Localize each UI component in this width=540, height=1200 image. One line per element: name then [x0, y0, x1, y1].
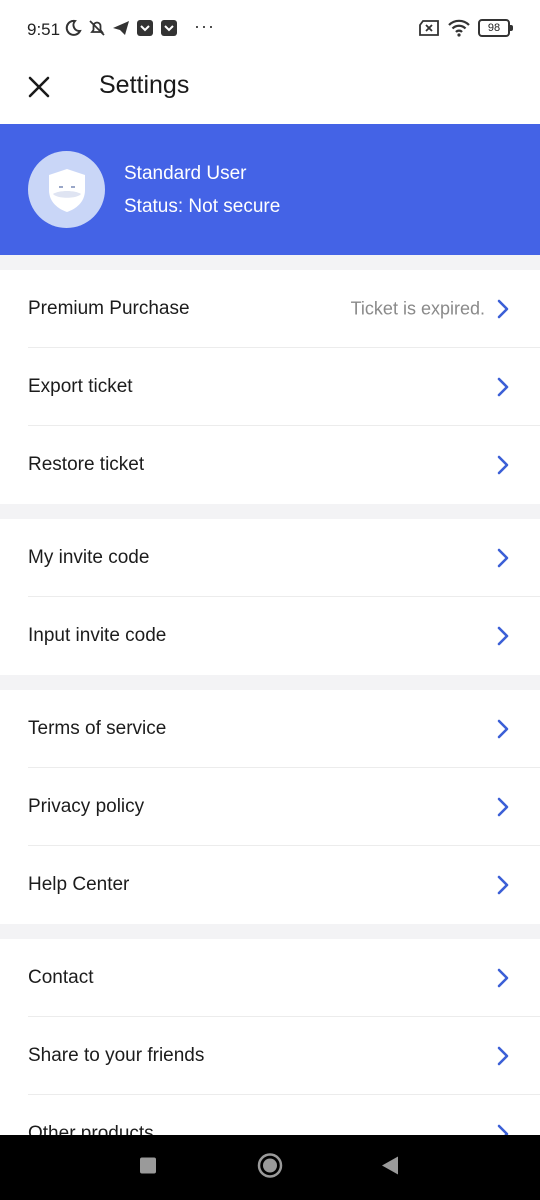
chevron-right-icon — [497, 797, 509, 817]
settings-item-label: Premium Purchase — [28, 298, 190, 319]
battery-icon: 98 — [478, 19, 513, 37]
settings-item-share-to-your-friends[interactable]: Share to your friends — [0, 1017, 540, 1095]
more-notifications-icon: ··· — [194, 16, 215, 36]
shield-face-icon — [48, 168, 85, 212]
settings-item-terms-of-service[interactable]: Terms of service — [0, 690, 540, 768]
user-status-banner: Standard User Status: Not secure — [0, 124, 540, 255]
settings-item-label: Export ticket — [28, 376, 133, 397]
security-status: Status: Not secure — [124, 196, 281, 217]
settings-item-contact[interactable]: Contact — [0, 939, 540, 1017]
chevron-right-icon — [497, 626, 509, 646]
section-gap — [0, 924, 540, 939]
chevron-right-icon — [497, 548, 509, 568]
settings-item-label: Terms of service — [28, 718, 167, 739]
user-name: Standard User — [124, 163, 247, 184]
app-notification-icon — [161, 20, 177, 36]
settings-item-label: Help Center — [28, 874, 130, 895]
settings-item-restore-ticket[interactable]: Restore ticket — [0, 426, 540, 504]
settings-item-label: Restore ticket — [28, 454, 145, 475]
home-button[interactable] — [257, 1152, 283, 1183]
circle-icon — [257, 1152, 283, 1178]
moon-icon — [65, 19, 82, 36]
section-gap — [0, 675, 540, 690]
avatar — [28, 151, 105, 228]
settings-item-export-ticket[interactable]: Export ticket — [0, 348, 540, 426]
back-triangle-icon — [382, 1156, 398, 1174]
settings-item-label: Privacy policy — [28, 796, 145, 817]
settings-item-input-invite-code[interactable]: Input invite code — [0, 597, 540, 675]
settings-item-value: Ticket is expired. — [350, 298, 485, 319]
status-time: 9:51 — [27, 20, 61, 39]
chevron-right-icon — [497, 455, 509, 475]
status-bar: 9:51 ··· 98 — [0, 0, 540, 60]
chevron-right-icon — [497, 719, 509, 739]
settings-item-premium-purchase[interactable]: Premium Purchase Ticket is expired. — [0, 270, 540, 348]
wifi-icon — [448, 19, 470, 37]
back-button[interactable] — [381, 1155, 399, 1180]
chevron-right-icon — [497, 299, 509, 319]
settings-item-my-invite-code[interactable]: My invite code — [0, 519, 540, 597]
system-navigation-bar — [0, 1135, 540, 1200]
no-sim-icon — [419, 20, 439, 36]
settings-item-label: Contact — [28, 967, 94, 988]
recent-apps-button[interactable] — [139, 1156, 157, 1179]
chevron-right-icon — [497, 1046, 509, 1066]
page-title: Settings — [99, 71, 190, 99]
telegram-icon — [113, 21, 129, 35]
close-icon — [28, 76, 50, 98]
square-icon — [140, 1157, 156, 1173]
section-gap — [0, 504, 540, 519]
section-gap — [0, 255, 540, 270]
settings-item-label: My invite code — [28, 547, 150, 568]
settings-item-label: Input invite code — [28, 625, 167, 646]
close-button[interactable] — [22, 70, 56, 104]
settings-item-label: Share to your friends — [28, 1045, 205, 1066]
settings-item-privacy-policy[interactable]: Privacy policy — [0, 768, 540, 846]
chevron-right-icon — [497, 377, 509, 397]
app-notification-icon — [137, 20, 153, 36]
chevron-right-icon — [497, 968, 509, 988]
status-right-icons: 98 — [418, 19, 513, 37]
chevron-right-icon — [497, 875, 509, 895]
settings-item-help-center[interactable]: Help Center — [0, 846, 540, 924]
status-left-icons — [64, 19, 178, 37]
bell-off-icon — [89, 20, 105, 36]
app-bar: Settings — [0, 60, 540, 124]
